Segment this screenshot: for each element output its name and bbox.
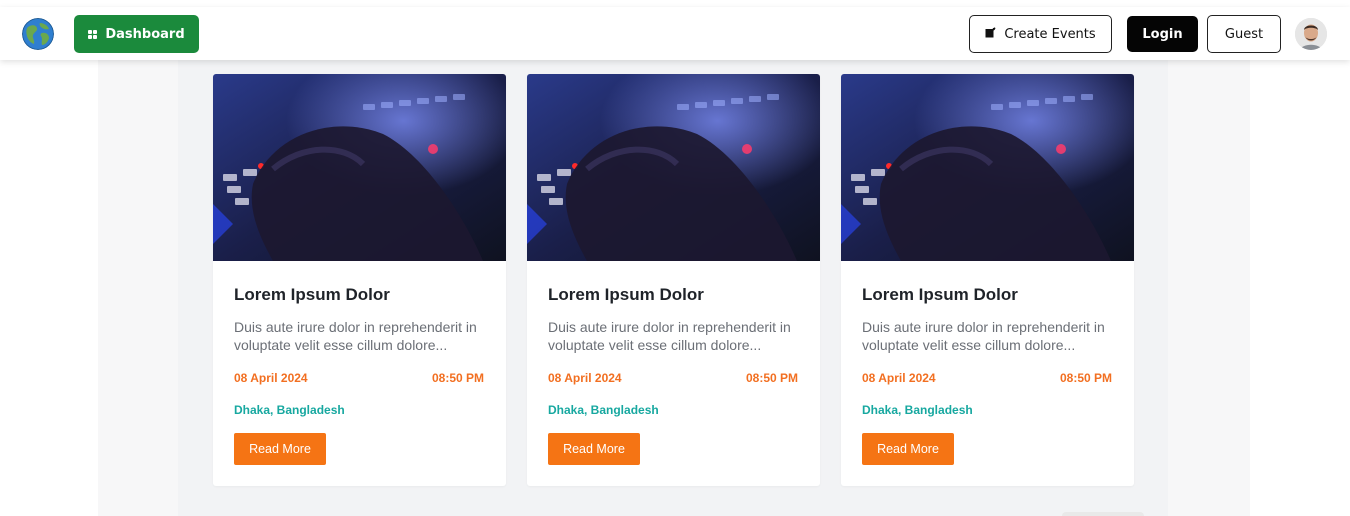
event-location: Dhaka, Bangladesh [234,403,345,417]
guest-button[interactable]: Guest [1207,15,1281,53]
event-description: Duis aute irure dolor in reprehenderit i… [548,319,791,353]
grid-icon [88,29,98,39]
event-title: Lorem Ipsum Dolor [234,285,390,304]
user-avatar[interactable] [1295,18,1327,50]
event-time: 08:50 PM [431,371,484,385]
event-date: 08 April 2024 [548,371,622,385]
event-card: Lorem Ipsum Dolor Duis aute irure dolor … [841,74,1134,486]
event-image [527,74,820,261]
login-label: Login [1142,26,1183,42]
read-more-button[interactable]: Read More [862,433,954,465]
read-more-button[interactable]: Read More [234,433,326,465]
scroll-indicator [1062,512,1144,516]
event-time: 08:50 PM [1059,371,1112,385]
event-title: Lorem Ipsum Dolor [548,285,704,304]
event-image [841,74,1134,261]
event-card: Lorem Ipsum Dolor Duis aute irure dolor … [527,74,820,486]
edit-icon [985,26,996,42]
event-location: Dhaka, Bangladesh [862,403,973,417]
event-image [213,74,506,261]
login-button[interactable]: Login [1127,16,1198,52]
navbar: Dashboard Create Events Login Guest [0,7,1350,60]
guest-label: Guest [1224,26,1264,42]
dashboard-button-label: Dashboard [105,26,185,42]
create-events-label: Create Events [1004,26,1096,42]
create-events-button[interactable]: Create Events [969,15,1112,53]
globe-icon[interactable] [22,18,54,50]
event-time: 08:50 PM [745,371,798,385]
read-more-button[interactable]: Read More [548,433,640,465]
event-description: Duis aute irure dolor in reprehenderit i… [862,319,1105,353]
event-card: Lorem Ipsum Dolor Duis aute irure dolor … [213,74,506,486]
event-date: 08 April 2024 [234,371,308,385]
event-date: 08 April 2024 [862,371,936,385]
event-title: Lorem Ipsum Dolor [862,285,1018,304]
event-description: Duis aute irure dolor in reprehenderit i… [234,319,477,353]
dashboard-button[interactable]: Dashboard [74,15,199,53]
event-location: Dhaka, Bangladesh [548,403,659,417]
